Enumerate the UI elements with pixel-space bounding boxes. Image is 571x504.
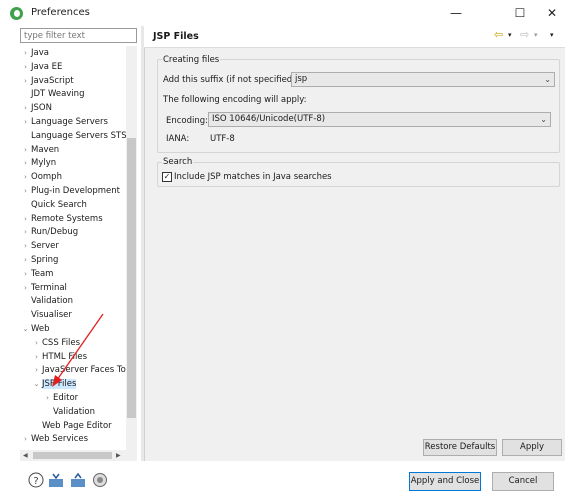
annotation-arrow — [52, 313, 104, 387]
